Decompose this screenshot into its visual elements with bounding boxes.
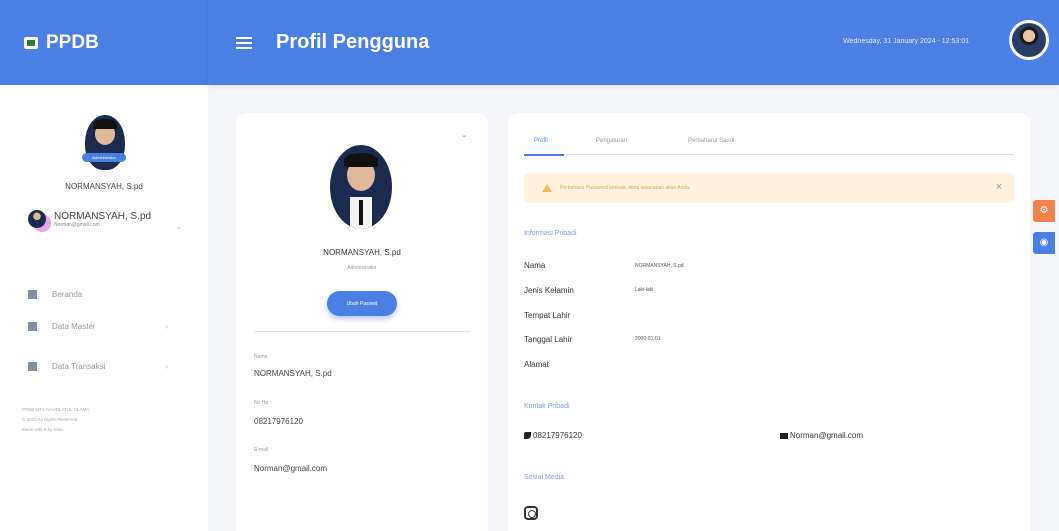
phone-value: 08217976120	[254, 417, 303, 426]
user-switcher-name: NORMANSYAH, S.pd	[54, 210, 152, 222]
mini-avatar	[28, 210, 46, 228]
tab-profil[interactable]: Profil	[534, 138, 548, 144]
mail-icon	[780, 432, 788, 439]
brand[interactable]: PPDB	[0, 0, 208, 85]
chevron-right-icon: ›	[165, 362, 168, 371]
alert-banner: Perbaharui Password berkala, demi keaman…	[524, 173, 1014, 203]
sidebar-item-data-master[interactable]: Data Master ›	[28, 322, 168, 331]
home-icon	[28, 290, 37, 299]
logo-icon	[24, 36, 38, 49]
sidebar-item-data-transaksi[interactable]: Data Transaksi ›	[28, 362, 168, 371]
name-value: NORMANSYAH, S.pd	[254, 369, 332, 378]
field-value: NORMANSYAH, S.pd	[635, 263, 684, 269]
sidebar-user-name: NORMANSYAH, S.pd	[65, 182, 143, 191]
alert-text: Perbaharui Password berkala, demi keaman…	[560, 185, 691, 191]
user-switcher[interactable]: NORMANSYAH, S.pd Norman@gmail.com ⌄	[28, 210, 182, 231]
datetime: Wednesday, 31 January 2024 - 12:53:01	[843, 38, 969, 45]
social-title: Sosial Media	[524, 474, 565, 481]
change-password-button[interactable]: Ubah Passwd	[327, 291, 397, 316]
detail-card: Profil Pengaturan Perbaharui Sandi Perba…	[508, 113, 1030, 531]
contact-email: Norman@gmail.com	[780, 431, 863, 440]
tab-perbaharui-sandi[interactable]: Perbaharui Sandi	[688, 138, 734, 144]
personal-info-title: Informasi Pribadi	[524, 230, 577, 237]
header: Profil Pengguna Wednesday, 31 January 20…	[208, 0, 1059, 85]
sidebar-item-label: Data Master	[52, 322, 96, 331]
sidebar-footer: PPDB MTS NAHDLATUL ULAMA © 2023 All Righ…	[22, 407, 90, 432]
warning-icon	[542, 184, 552, 192]
settings-gear-icon[interactable]: ⚙	[1033, 200, 1055, 222]
field-label: Tempat Lahir	[524, 311, 571, 320]
active-tab-indicator	[524, 154, 564, 156]
close-icon[interactable]: ×	[996, 181, 1002, 193]
profile-role: Administrator	[347, 265, 377, 271]
tab-bar: Profil Pengaturan Perbaharui Sandi	[524, 133, 1014, 156]
contact-phone: 08217976120	[524, 431, 582, 440]
chevron-down-icon[interactable]: ⌄	[176, 223, 182, 231]
chevron-right-icon: ›	[165, 322, 168, 331]
user-switcher-email: Norman@gmail.com	[54, 221, 100, 228]
phone-icon	[524, 432, 531, 439]
table-icon	[28, 322, 37, 331]
sidebar-item-beranda[interactable]: Beranda	[28, 290, 168, 299]
phone-label: No Hp	[254, 400, 269, 406]
field-label: Nama	[524, 261, 546, 270]
database-icon	[28, 362, 37, 371]
instagram-icon[interactable]	[524, 506, 538, 520]
contact-title: Kontak Pribadi	[524, 403, 570, 410]
sidebar-item-label: Data Transaksi	[52, 362, 106, 371]
theme-drop-icon[interactable]: ◉	[1033, 232, 1055, 254]
role-badge: Administrator	[82, 153, 126, 162]
page-title: Profil Pengguna	[276, 31, 430, 53]
field-label: Jenis Kelamin	[524, 286, 574, 295]
sidebar: Administrator NORMANSYAH, S.pd NORMANSYA…	[0, 85, 208, 531]
field-value: Laki-laki	[635, 287, 654, 293]
field-label: Alamat	[524, 360, 549, 369]
menu-toggle-icon[interactable]	[236, 36, 252, 49]
profile-card: - NORMANSYAH, S.pd Administrator Ubah Pa…	[236, 113, 488, 531]
email-label: E-mail	[254, 447, 269, 453]
field-value: 2000-01-01	[635, 336, 661, 342]
brand-name: PPDB	[46, 31, 99, 53]
tab-pengaturan[interactable]: Pengaturan	[596, 138, 627, 144]
user-avatar[interactable]	[1009, 20, 1049, 60]
profile-name: NORMANSYAH, S.pd	[323, 248, 401, 257]
profile-avatar	[330, 145, 392, 229]
name-label: Nama	[254, 354, 268, 360]
field-label: Tanggal Lahir	[524, 335, 573, 344]
email-value: Norman@gmail.com	[254, 464, 328, 473]
card-menu-icon[interactable]: -	[463, 131, 466, 142]
divider	[254, 331, 470, 332]
sidebar-item-label: Beranda	[52, 290, 83, 299]
